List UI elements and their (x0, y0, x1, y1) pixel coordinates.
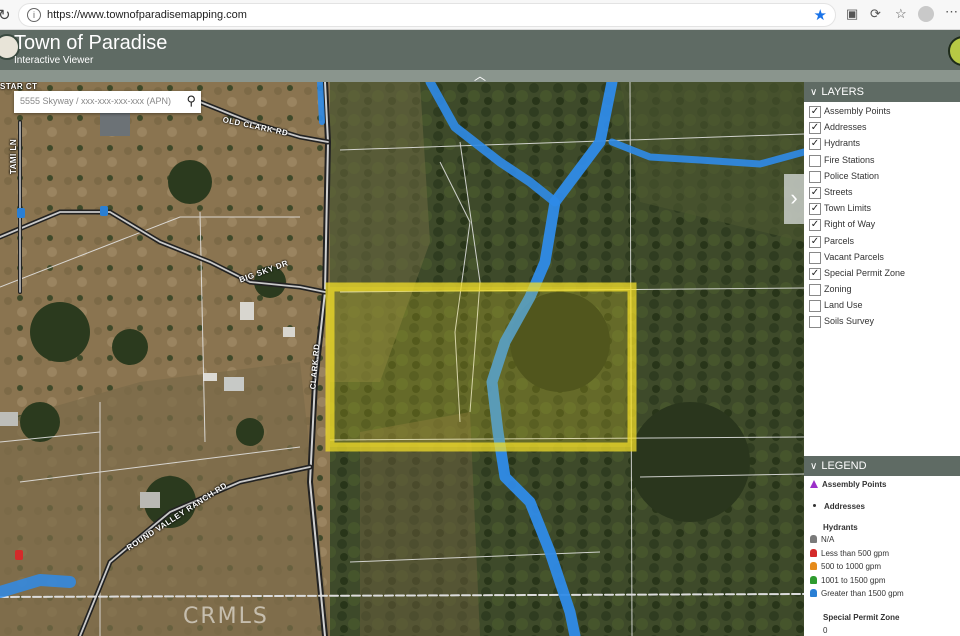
legend-addresses: Addresses (810, 502, 865, 511)
legend-title: LEGEND (821, 460, 867, 472)
layer-checkbox[interactable]: ✓ (809, 186, 821, 199)
hydrant-icon (810, 562, 817, 570)
layer-list: ✓ Assembly Points ✓ Addresses ✓ Hydrants Fire … (804, 102, 960, 331)
layer-label: Parcels (824, 235, 855, 246)
app-subtitle: Interactive Viewer (14, 55, 94, 66)
legend-panel: ∨ LEGEND Assembly Points Addresses Hydran… (804, 456, 960, 636)
bookmark-star-icon[interactable]: ★ (814, 6, 827, 24)
reload-icon[interactable]: ↻ (0, 6, 11, 24)
watermark: CRMLS (183, 604, 269, 629)
hydrant-legend-label: Greater than 1500 gpm (821, 589, 904, 598)
hydrant-legend-item: N/A (810, 535, 834, 544)
layer-item[interactable]: ✓ Hydrants (804, 136, 960, 152)
layer-item[interactable]: Land Use (804, 298, 960, 314)
layer-item[interactable]: ✓ Special Permit Zone (804, 266, 960, 282)
hydrant-icon (810, 589, 817, 597)
layer-checkbox[interactable] (809, 284, 821, 297)
aerial-imagery (0, 82, 804, 636)
layer-label: Right of Way (824, 219, 876, 230)
layer-checkbox[interactable] (809, 170, 821, 183)
layer-checkbox[interactable]: ✓ (809, 219, 821, 232)
hydrant-legend-item: 500 to 1000 gpm (810, 562, 881, 571)
layer-item[interactable]: ✓ Streets (804, 185, 960, 201)
layers-panel: ∨ LAYERS ✓ Assembly Points ✓ Addresses ✓ Hydra… (804, 82, 960, 331)
hydrant-icon (810, 548, 817, 557)
layer-item[interactable]: Soils Survey (804, 314, 960, 330)
map-view[interactable]: 5555 Skyway / xxx-xxx-xxx-xxx (APN) ⚲ OL… (0, 82, 804, 636)
layer-label: Zoning (824, 284, 852, 295)
extension-icon[interactable]: ▣ (846, 6, 858, 22)
hydrant-legend-item: 1001 to 1500 gpm (810, 575, 886, 585)
hydrant-icon (810, 575, 817, 584)
favorites-icon[interactable]: ☆ (895, 6, 907, 22)
layer-checkbox[interactable]: ✓ (809, 203, 821, 216)
layer-checkbox[interactable]: ✓ (809, 267, 821, 280)
app-header: Town of Paradise Interactive Viewer (0, 30, 960, 70)
legend-assembly-points: Assembly Points (810, 480, 886, 489)
chevron-down-icon[interactable]: ∨ (810, 83, 817, 103)
panel-toggle-chevron-icon[interactable]: › (784, 174, 804, 224)
legend-special-permit-title: Special Permit Zone (823, 613, 900, 622)
layers-header[interactable]: ∨ LAYERS (804, 82, 960, 102)
search-icon[interactable]: ⚲ (186, 93, 196, 109)
layer-checkbox[interactable]: ✓ (809, 122, 821, 135)
legend-header[interactable]: ∨ LEGEND (804, 456, 960, 476)
road-label-tami: TAMI LN (9, 138, 19, 175)
layer-label: Vacant Parcels (824, 251, 884, 262)
search-input[interactable]: 5555 Skyway / xxx-xxx-xxx-xxx (APN) (20, 96, 171, 106)
layer-checkbox[interactable] (809, 300, 821, 313)
layer-label: Town Limits (824, 203, 872, 214)
more-menu-icon[interactable]: ⋯ (945, 4, 958, 20)
dot-icon (813, 504, 816, 507)
layer-item[interactable]: Police Station (804, 169, 960, 185)
hydrant-legend-label: 500 to 1000 gpm (821, 562, 882, 571)
layer-label: Land Use (824, 300, 863, 311)
layer-item[interactable]: ✓ Assembly Points (804, 104, 960, 120)
layer-checkbox[interactable] (809, 154, 821, 167)
layer-label: Hydrants (824, 138, 861, 149)
road-label-star-ct: STAR CT (0, 82, 38, 91)
layer-label: Police Station (824, 170, 880, 181)
partner-logo-icon (948, 36, 960, 66)
layer-item[interactable]: Vacant Parcels (804, 250, 960, 266)
site-info-icon[interactable]: i (27, 8, 41, 22)
header-collapse-bar[interactable]: ︿ (0, 69, 960, 83)
chevron-down-icon[interactable]: ∨ (810, 457, 817, 477)
layer-label: Addresses (824, 122, 867, 133)
hydrant-legend-item: Less than 500 gpm (810, 548, 890, 558)
layers-title: LAYERS (821, 86, 864, 98)
app-title: Town of Paradise (14, 32, 168, 54)
profile-avatar[interactable] (918, 6, 934, 22)
address-bar[interactable]: i https://www.townofparadisemapping.com … (18, 3, 836, 27)
layer-item[interactable]: Fire Stations (804, 153, 960, 169)
hydrant-legend-item: Greater than 1500 gpm (810, 589, 904, 598)
layer-checkbox[interactable]: ✓ (809, 138, 821, 151)
browser-toolbar: ↻ i https://www.townofparadisemapping.co… (0, 0, 960, 30)
search-box[interactable]: 5555 Skyway / xxx-xxx-xxx-xxx (APN) ⚲ (14, 91, 201, 113)
layer-item[interactable]: Zoning (804, 282, 960, 298)
layer-label: Streets (824, 186, 853, 197)
hydrant-legend-label: 1001 to 1500 gpm (821, 575, 886, 585)
extensions-puzzle-icon[interactable]: ⟳ (870, 6, 881, 22)
legend-hydrants-title: Hydrants (823, 523, 858, 532)
layer-checkbox[interactable]: ✓ (809, 106, 821, 118)
triangle-icon (810, 480, 818, 488)
hydrant-legend-label: Less than 500 gpm (821, 548, 890, 558)
hydrant-legend-label: N/A (821, 535, 835, 544)
layer-item[interactable]: ✓ Parcels (804, 234, 960, 250)
layer-item[interactable]: ✓ Town Limits (804, 201, 960, 217)
layer-checkbox[interactable] (809, 251, 821, 264)
url-text[interactable]: https://www.townofparadisemapping.com (47, 9, 247, 21)
layer-label: Special Permit Zone (824, 267, 906, 278)
layer-checkbox[interactable] (809, 316, 821, 329)
hydrant-icon (810, 535, 817, 543)
layer-item[interactable]: ✓ Right of Way (804, 217, 960, 233)
layer-item[interactable]: ✓ Addresses (804, 120, 960, 136)
layer-label: Assembly Points (824, 106, 891, 116)
layer-label: Fire Stations (824, 154, 875, 165)
layer-label: Soils Survey (824, 316, 875, 327)
layer-checkbox[interactable]: ✓ (809, 235, 821, 248)
legend-special-permit-value: 0 (823, 626, 828, 635)
